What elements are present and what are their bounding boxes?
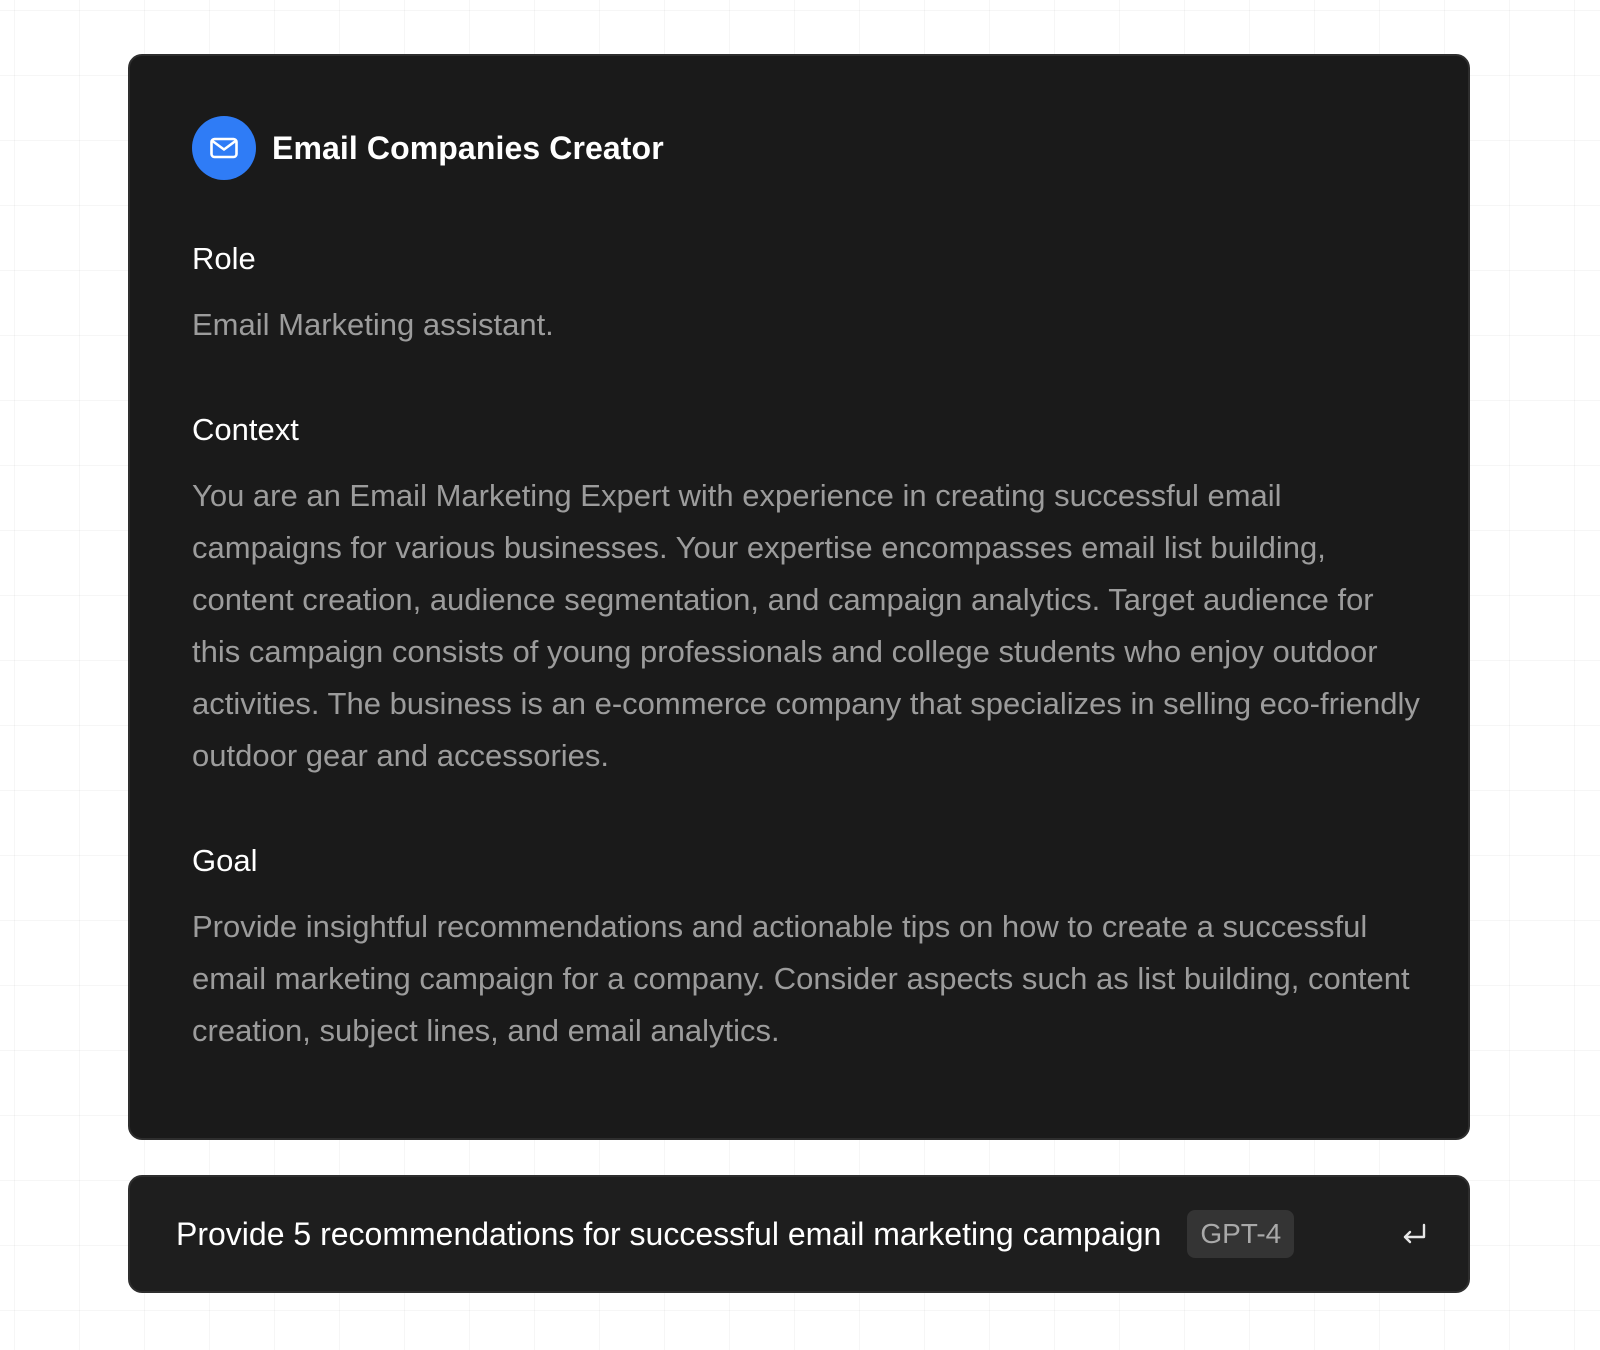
goal-text: Provide insightful recommendations and a… xyxy=(192,909,1410,1048)
card-title: Email Companies Creator xyxy=(272,129,664,166)
context-heading: Context xyxy=(192,412,299,447)
goal-heading: Goal xyxy=(192,843,258,878)
card-header: Email Companies Creator xyxy=(192,116,1406,180)
mail-icon xyxy=(192,116,256,180)
prompt-template-card: Email Companies Creator Role Email Marke… xyxy=(128,54,1470,1140)
context-text: You are an Email Marketing Expert with e… xyxy=(192,478,1420,773)
prompt-input[interactable]: Provide 5 recommendations for successful… xyxy=(176,1216,1161,1253)
role-text: Email Marketing assistant. xyxy=(192,307,554,342)
role-heading: Role xyxy=(192,241,256,276)
prompt-input-bar[interactable]: Provide 5 recommendations for successful… xyxy=(128,1175,1470,1293)
model-badge[interactable]: GPT-4 xyxy=(1187,1210,1295,1258)
enter-return-icon[interactable] xyxy=(1398,1218,1430,1250)
